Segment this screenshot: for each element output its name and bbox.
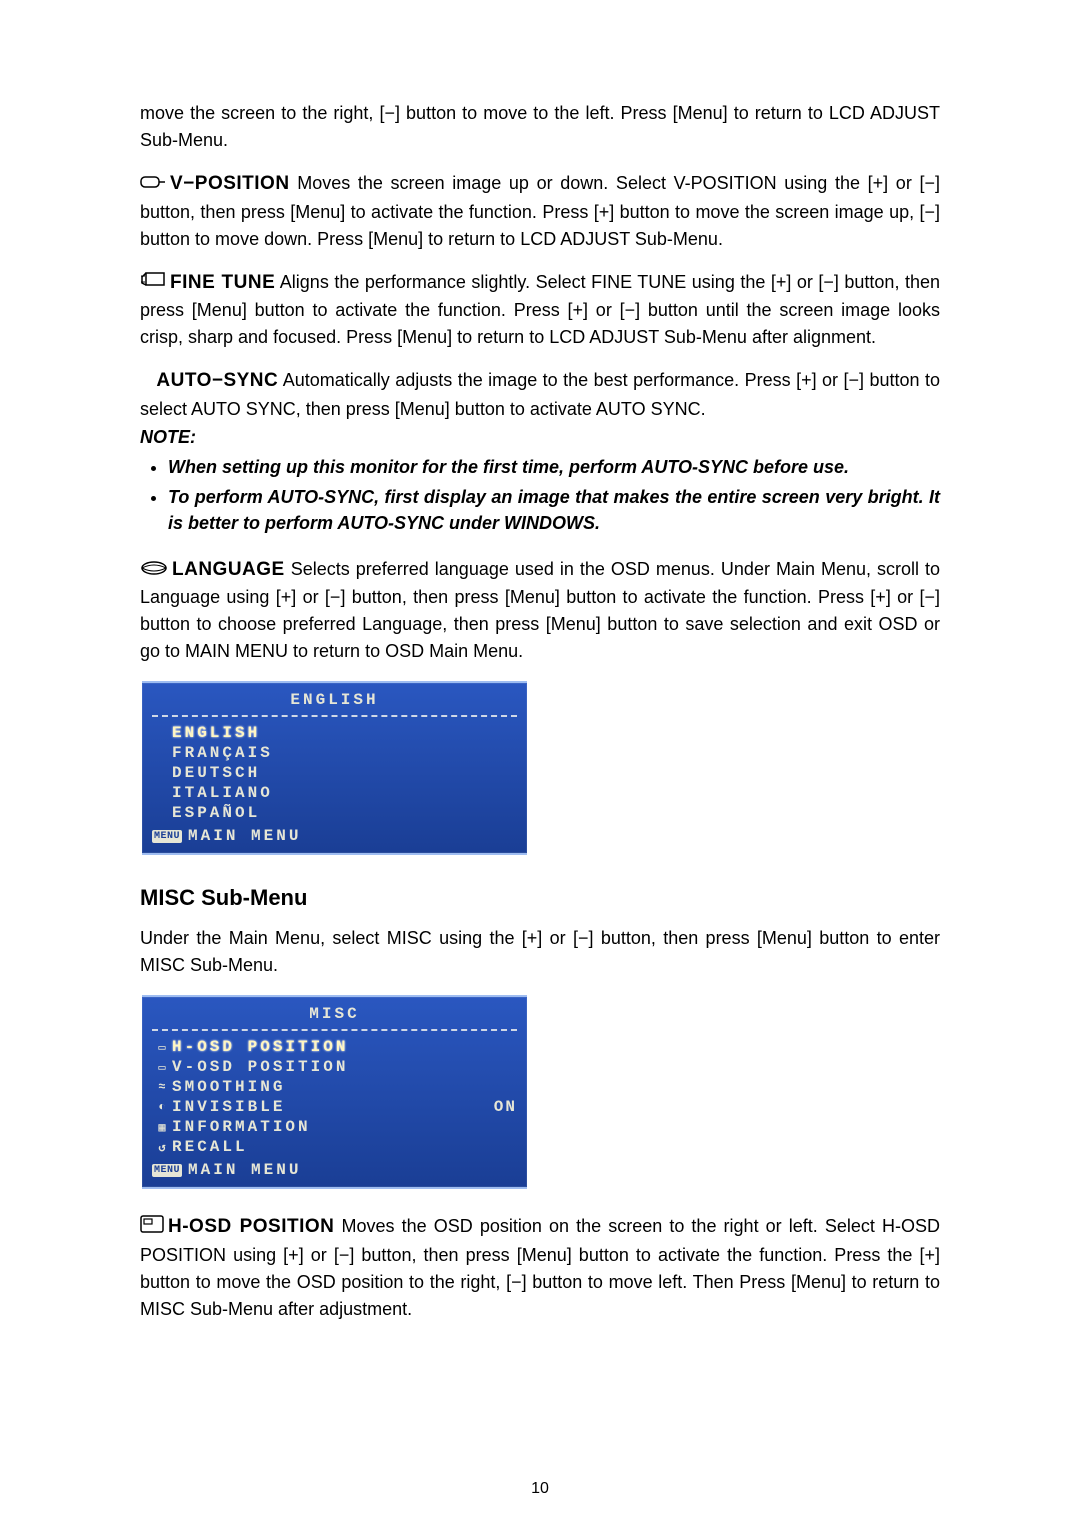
fine-tune-paragraph: FINE TUNE Aligns the performance slightl… xyxy=(140,269,940,352)
top-continuation-paragraph: move the screen to the right, [−] button… xyxy=(140,100,940,154)
menu-tag-icon: MENU xyxy=(152,830,182,843)
menu-tag-icon: MENU xyxy=(152,1164,182,1177)
osd-lang-italiano: ITALIANO xyxy=(172,784,517,802)
language-title: LANGUAGE xyxy=(172,559,285,580)
osd-misc-footer: MENUMAIN MENU xyxy=(152,1157,517,1179)
note-item-1: When setting up this monitor for the fir… xyxy=(168,454,940,480)
auto-sync-title: AUTO−SYNC xyxy=(156,370,278,391)
osd-divider xyxy=(152,715,517,717)
v-position-title: V−POSITION xyxy=(170,173,290,194)
v-position-paragraph: V−POSITION Moves the screen image up or … xyxy=(140,170,940,253)
osd-row-information: INFORMATION xyxy=(172,1118,517,1136)
osd-lang-deutsch: DEUTSCH xyxy=(172,764,517,782)
h-osd-position-icon xyxy=(140,1214,164,1241)
osd-misc-title: MISC xyxy=(152,1003,517,1027)
hosd-row-icon: ▭ xyxy=(152,1040,172,1055)
invisible-row-icon: ◐ xyxy=(152,1100,172,1114)
osd-language-panel: ENGLISH ENGLISH FRANÇAIS DEUTSCH ITALIAN… xyxy=(142,681,527,855)
osd-row-recall: RECALL xyxy=(172,1138,517,1156)
osd-row-invisible: INVISIBLE xyxy=(172,1098,494,1116)
page-number: 10 xyxy=(0,1480,1080,1498)
osd-invisible-value: ON xyxy=(494,1098,517,1116)
recall-row-icon: ↺ xyxy=(152,1140,172,1155)
h-osd-position-title: H-OSD POSITION xyxy=(168,1216,334,1237)
osd-divider xyxy=(152,1029,517,1031)
smoothing-row-icon: ≈ xyxy=(152,1080,172,1094)
information-row-icon: ▦ xyxy=(152,1120,172,1135)
osd-row-vosd: V-OSD POSITION xyxy=(172,1058,517,1076)
fine-tune-title: FINE TUNE xyxy=(170,272,275,293)
auto-sync-paragraph: AUTO−SYNC Automatically adjusts the imag… xyxy=(140,367,940,423)
osd-misc-panel: MISC ▭H-OSD POSITION ▭V-OSD POSITION ≈SM… xyxy=(142,995,527,1189)
fine-tune-icon xyxy=(140,269,166,296)
language-icon xyxy=(140,557,168,584)
note-item-2: To perform AUTO-SYNC, first display an i… xyxy=(168,484,940,536)
vosd-row-icon: ▭ xyxy=(152,1060,172,1075)
h-osd-position-paragraph: H-OSD POSITION Moves the OSD position on… xyxy=(140,1213,940,1323)
osd-language-title: ENGLISH xyxy=(152,689,517,713)
misc-intro-paragraph: Under the Main Menu, select MISC using t… xyxy=(140,925,940,979)
note-label: NOTE: xyxy=(140,427,940,448)
misc-submenu-heading: MISC Sub-Menu xyxy=(140,885,940,911)
osd-lang-english: ENGLISH xyxy=(172,724,517,742)
osd-lang-francais: FRANÇAIS xyxy=(172,744,517,762)
osd-row-hosd: H-OSD POSITION xyxy=(172,1038,517,1056)
osd-language-footer: MENUMAIN MENU xyxy=(152,823,517,845)
osd-row-smoothing: SMOOTHING xyxy=(172,1078,517,1096)
auto-sync-notes: When setting up this monitor for the fir… xyxy=(140,454,940,536)
osd-lang-espanol: ESPAÑOL xyxy=(172,804,517,822)
v-position-icon xyxy=(140,171,166,198)
language-paragraph: LANGUAGE Selects preferred language used… xyxy=(140,556,940,666)
